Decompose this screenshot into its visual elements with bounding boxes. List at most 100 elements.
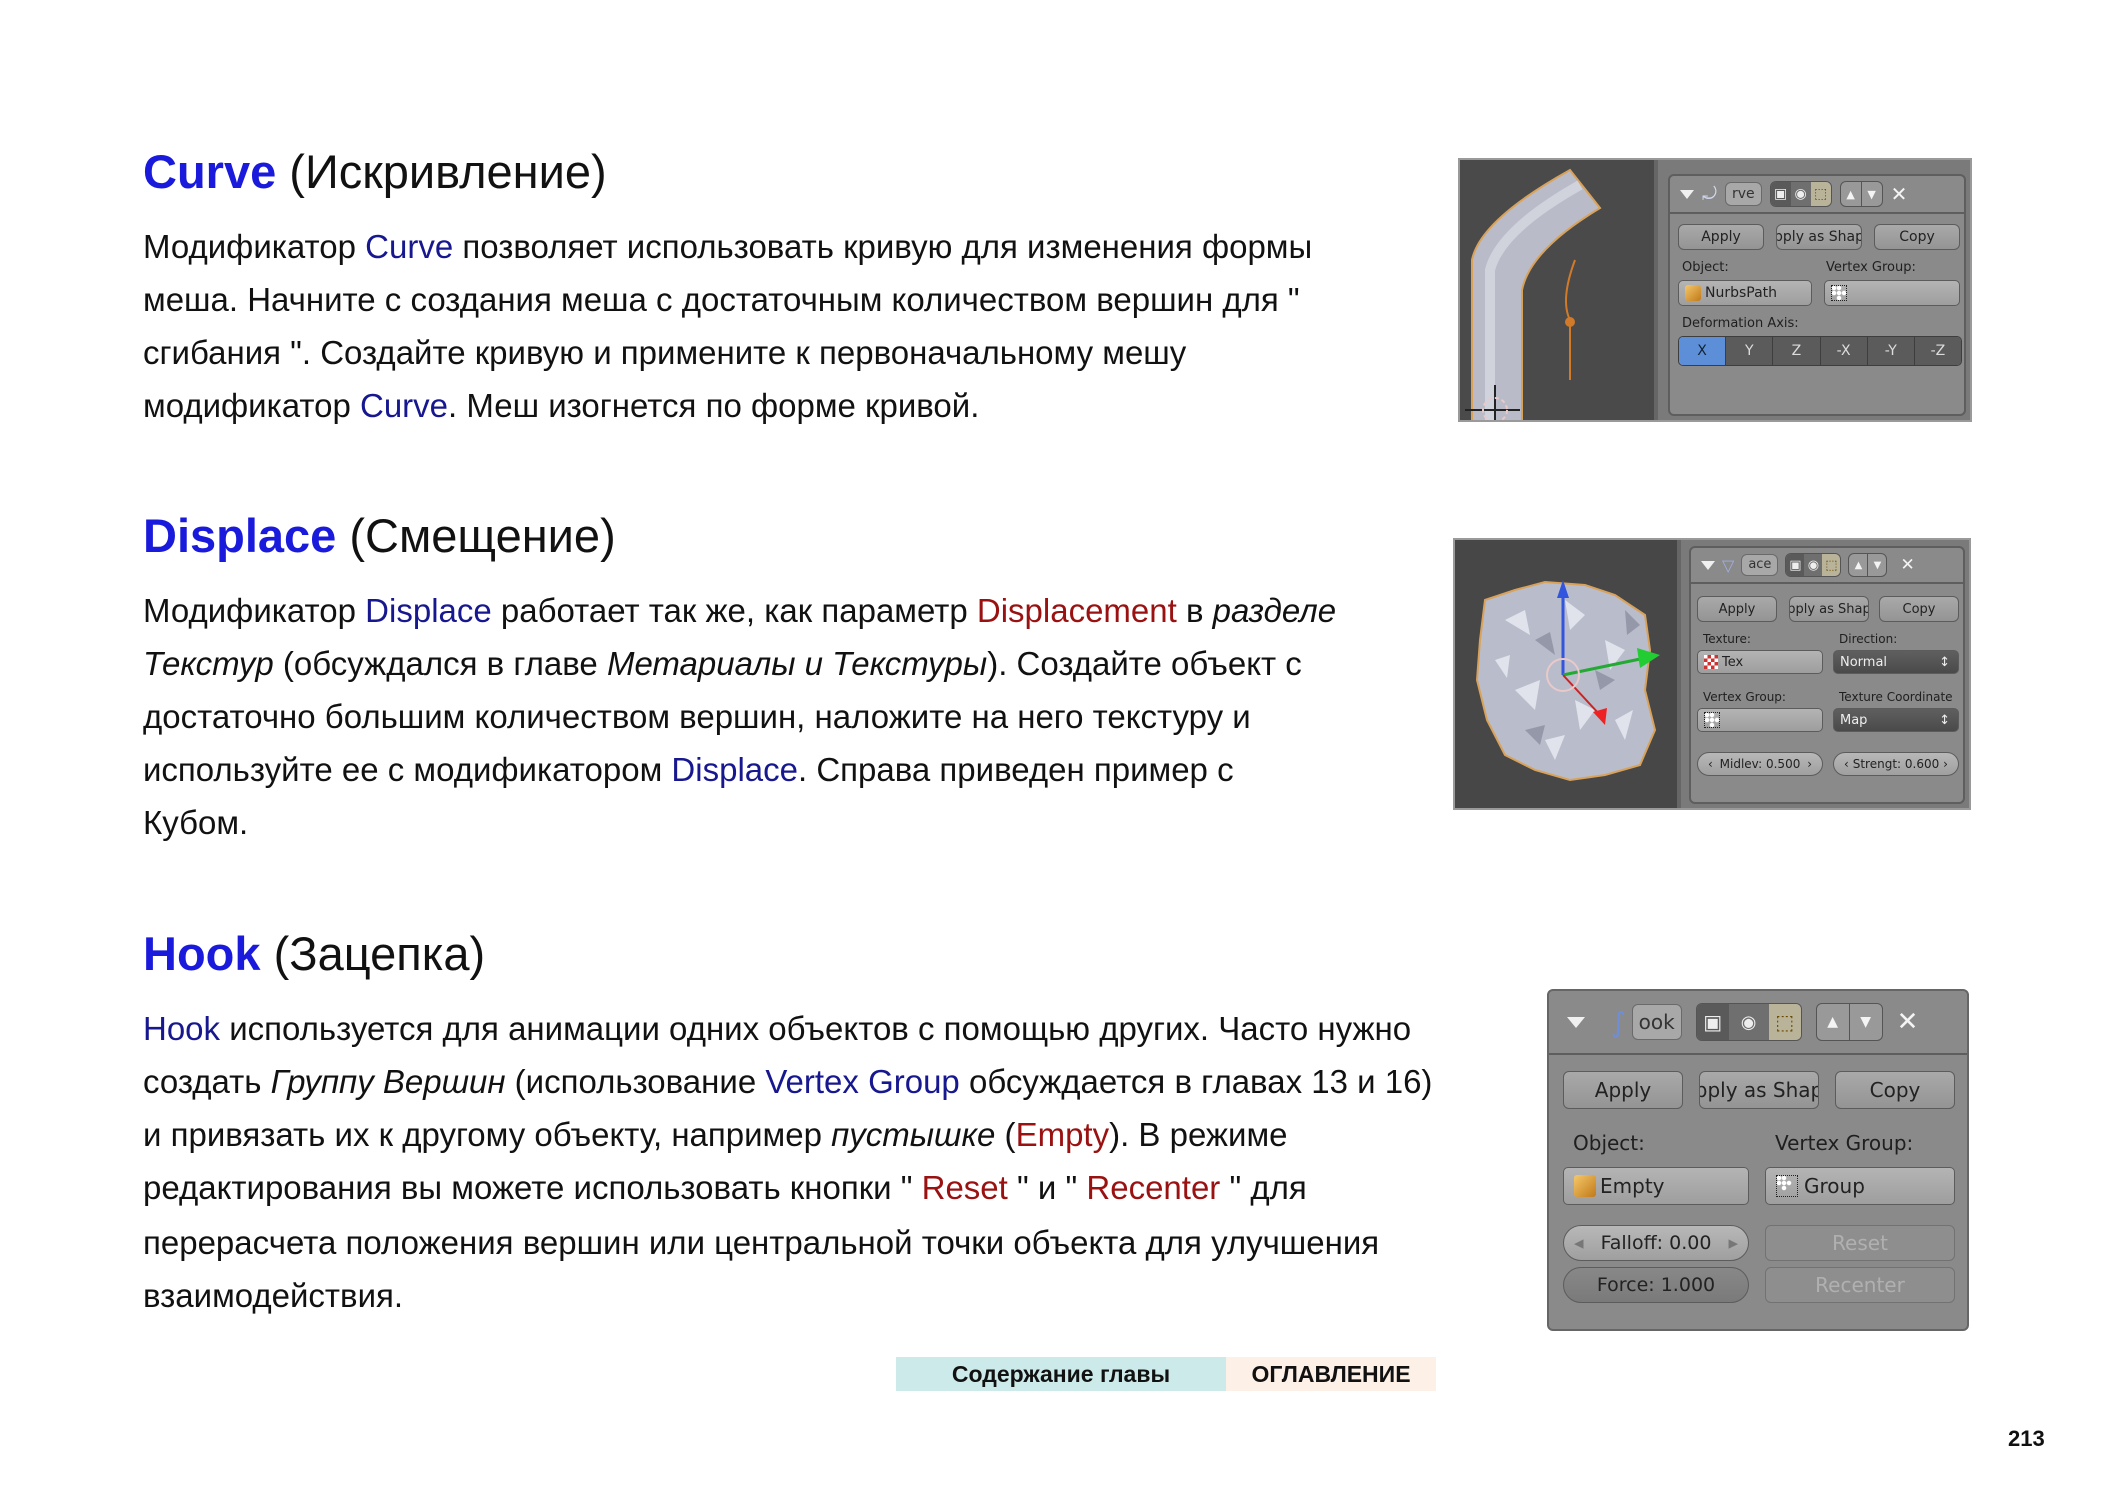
copy-button[interactable]: Copy	[1879, 596, 1959, 622]
apply-as-shape-button[interactable]: pply as Shap	[1776, 224, 1862, 250]
move-up-icon[interactable]: ▲	[1841, 182, 1861, 206]
move-up-icon[interactable]: ▲	[1817, 1004, 1849, 1040]
modifier-name-field[interactable]: ace	[1741, 554, 1779, 576]
text: используйте ее с модификатором	[143, 751, 672, 788]
text: (	[995, 1116, 1016, 1153]
vertex-group-icon	[1704, 712, 1720, 728]
axis-y-button[interactable]: Y	[1725, 337, 1773, 365]
object-field[interactable]: NurbsPath	[1678, 280, 1812, 306]
decrement-arrow-icon[interactable]: ◂	[1574, 1232, 1584, 1254]
visibility-toggles: ▣ ◉ ⬚	[1769, 181, 1832, 207]
paragraph-line: Модификатор Displace работает так же, ка…	[143, 594, 1336, 627]
term-link: Displace	[671, 751, 798, 788]
object-value: Empty	[1600, 1174, 1665, 1198]
heading-curve: Curve (Искривление)	[143, 148, 607, 195]
eye-icon[interactable]: ◉	[1790, 182, 1811, 206]
text: (обсуждался в главе	[273, 645, 607, 682]
decrement-arrow-icon[interactable]: ‹	[1708, 757, 1713, 771]
move-arrows: ▲ ▼	[1815, 1003, 1883, 1041]
close-icon[interactable]: ✕	[1897, 1007, 1919, 1037]
collapse-triangle-icon[interactable]	[1701, 560, 1715, 570]
texture-field[interactable]: Tex	[1697, 650, 1823, 674]
displaced-cube-mesh-icon	[1475, 580, 1660, 782]
axis-neg-x-button[interactable]: -X	[1819, 337, 1867, 365]
move-up-icon[interactable]: ▲	[1849, 554, 1867, 576]
paragraph-line: создать Группу Вершин (использование Ver…	[143, 1065, 1432, 1098]
falloff-number-field[interactable]: ◂ Falloff: 0.00 ▸	[1563, 1225, 1749, 1261]
vertex-group-label: Vertex Group:	[1826, 260, 1916, 275]
vertex-group-label: Vertex Group:	[1775, 1131, 1914, 1155]
decrement-arrow-icon[interactable]: ‹	[1844, 757, 1849, 771]
move-down-icon[interactable]: ▼	[1848, 1004, 1882, 1040]
paragraph-line: Текстур (обсуждался в главе Метариалы и …	[143, 647, 1302, 680]
apply-button[interactable]: Apply	[1678, 224, 1764, 250]
apply-as-shape-button[interactable]: pply as Shap	[1699, 1071, 1819, 1109]
text: работает так же, как параметр	[491, 592, 977, 629]
move-down-icon[interactable]: ▼	[1867, 554, 1886, 576]
axis-neg-z-button[interactable]: -Z	[1913, 337, 1961, 365]
axis-x-button[interactable]: X	[1679, 337, 1726, 365]
apply-button[interactable]: Apply	[1697, 596, 1777, 622]
editmode-icon[interactable]: ⬚	[1768, 1004, 1801, 1040]
page-number: 213	[2008, 1426, 2045, 1451]
render-camera-icon[interactable]: ▣	[1770, 182, 1791, 206]
text: сгибания ". Создайте кривую и примените …	[143, 334, 1187, 371]
render-camera-icon[interactable]: ▣	[1696, 1004, 1729, 1040]
eye-icon[interactable]: ◉	[1804, 554, 1823, 576]
render-camera-icon[interactable]: ▣	[1786, 554, 1805, 576]
midlevel-number-field[interactable]: ‹ Midlev: 0.500 ›	[1697, 752, 1823, 776]
heading-keyword: Hook	[143, 927, 261, 980]
axis-z-button[interactable]: Z	[1772, 337, 1820, 365]
texture-coordinate-label: Texture Coordinate	[1839, 690, 1953, 704]
text: . Меш изогнется по форме кривой.	[448, 387, 980, 424]
move-arrows: ▲ ▼	[1839, 181, 1883, 207]
copy-button[interactable]: Copy	[1835, 1071, 1955, 1109]
text: " и "	[1007, 1169, 1087, 1206]
midlevel-value: Midlev: 0.500	[1719, 757, 1801, 771]
increment-arrow-icon[interactable]: ›	[1943, 757, 1948, 771]
close-icon[interactable]: ✕	[1900, 555, 1914, 575]
reset-button[interactable]: Reset	[1765, 1225, 1955, 1261]
text: используется для анимации одних объектов…	[220, 1010, 1412, 1047]
paragraph-line: достаточно большим количеством вершин, н…	[143, 700, 1251, 733]
direction-select[interactable]: Normal ↕	[1833, 650, 1959, 674]
heading-subtitle: (Искривление)	[289, 145, 607, 198]
bent-tube-mesh-icon	[1465, 168, 1602, 420]
object-field[interactable]: Empty	[1563, 1167, 1749, 1205]
move-down-icon[interactable]: ▼	[1860, 182, 1882, 206]
vertex-group-field[interactable]	[1824, 280, 1960, 306]
text: обсуждается в главах 13 и 16)	[959, 1063, 1433, 1100]
editmode-icon[interactable]: ⬚	[1810, 182, 1831, 206]
texture-coordinate-select[interactable]: Map ↕	[1833, 708, 1959, 732]
text: . Справа приведен пример с	[797, 751, 1234, 788]
increment-arrow-icon[interactable]: ›	[1807, 757, 1812, 771]
paragraph-line: сгибания ". Создайте кривую и примените …	[143, 336, 1186, 369]
collapse-triangle-icon[interactable]	[1680, 189, 1694, 199]
text: ). В режиме	[1109, 1116, 1288, 1153]
viewport-3d	[1455, 540, 1677, 808]
apply-button[interactable]: Apply	[1563, 1071, 1683, 1109]
chapter-contents-link[interactable]: Содержание главы	[896, 1357, 1226, 1391]
table-of-contents-link[interactable]: ОГЛАВЛЕНИЕ	[1226, 1357, 1436, 1391]
text: Модификатор	[143, 228, 366, 265]
recenter-button[interactable]: Recenter	[1765, 1267, 1955, 1303]
vertex-group-field[interactable]: Group	[1765, 1167, 1955, 1205]
term-link: Vertex Group	[765, 1063, 960, 1100]
axis-neg-y-button[interactable]: -Y	[1866, 337, 1914, 365]
modifier-name-field[interactable]: rve	[1725, 182, 1762, 206]
modifier-name-field[interactable]: ook	[1631, 1004, 1682, 1040]
increment-arrow-icon[interactable]: ▸	[1728, 1232, 1738, 1254]
curve-modifier-icon: ⤾	[1702, 183, 1717, 205]
close-icon[interactable]: ✕	[1891, 182, 1908, 206]
displace-screenshot: ▽ ace ▣ ◉ ⬚ ▲ ▼ ✕ Apply pply as Shap Cop…	[1453, 538, 1971, 810]
text: ). Создайте объект с	[987, 645, 1302, 682]
strength-number-field[interactable]: ‹ Strengt: 0.600 ›	[1833, 752, 1959, 776]
copy-button[interactable]: Copy	[1874, 224, 1960, 250]
vertex-group-icon	[1831, 285, 1847, 301]
eye-icon[interactable]: ◉	[1728, 1004, 1769, 1040]
apply-as-shape-button[interactable]: pply as Shap	[1789, 596, 1869, 622]
collapse-triangle-icon[interactable]	[1567, 1016, 1585, 1028]
force-number-field[interactable]: Force: 1.000	[1563, 1267, 1749, 1303]
vertex-group-field[interactable]	[1697, 708, 1823, 732]
editmode-icon[interactable]: ⬚	[1822, 554, 1841, 576]
